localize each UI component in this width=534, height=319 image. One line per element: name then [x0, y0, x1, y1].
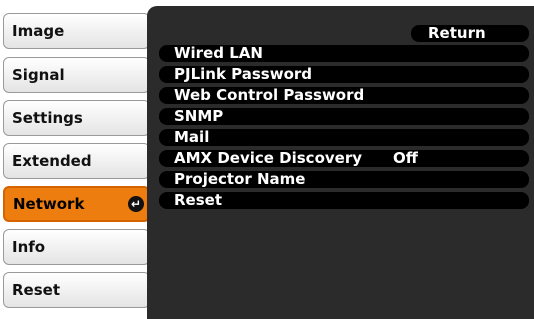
- submenu-label: Mail: [174, 128, 210, 146]
- menu-item-label: Image: [12, 22, 65, 40]
- menu-item-info[interactable]: Info: [3, 229, 150, 265]
- menu-item-label: Reset: [12, 281, 60, 299]
- return-label: Return: [428, 24, 486, 42]
- menu-item-label: Network: [13, 195, 85, 213]
- submenu-label: SNMP: [174, 107, 224, 125]
- menu-item-network[interactable]: Network ↵: [3, 186, 150, 222]
- menu-item-reset[interactable]: Reset: [3, 272, 150, 308]
- submenu-label: PJLink Password: [174, 65, 313, 83]
- submenu-label: AMX Device Discovery: [174, 149, 362, 167]
- menu-item-extended[interactable]: Extended: [3, 143, 150, 179]
- return-button[interactable]: Return: [411, 25, 529, 42]
- submenu-label: Web Control Password: [174, 86, 365, 104]
- enter-arrow-icon: ↵: [128, 196, 144, 212]
- network-submenu-panel: Return Wired LAN PJLink Password Web Con…: [147, 6, 534, 319]
- menu-item-label: Signal: [12, 66, 65, 84]
- menu-item-label: Info: [12, 238, 46, 256]
- submenu-item-mail[interactable]: [159, 129, 529, 146]
- menu-item-signal[interactable]: Signal: [3, 57, 150, 93]
- submenu-label: Projector Name: [174, 170, 306, 188]
- submenu-label: Wired LAN: [174, 44, 263, 62]
- menu-item-settings[interactable]: Settings: [3, 100, 150, 136]
- menu-item-label: Extended: [12, 152, 92, 170]
- menu-item-image[interactable]: Image: [3, 13, 150, 49]
- submenu-label: Reset: [174, 191, 222, 209]
- menu-item-label: Settings: [12, 109, 83, 127]
- submenu-value: Off: [393, 149, 418, 167]
